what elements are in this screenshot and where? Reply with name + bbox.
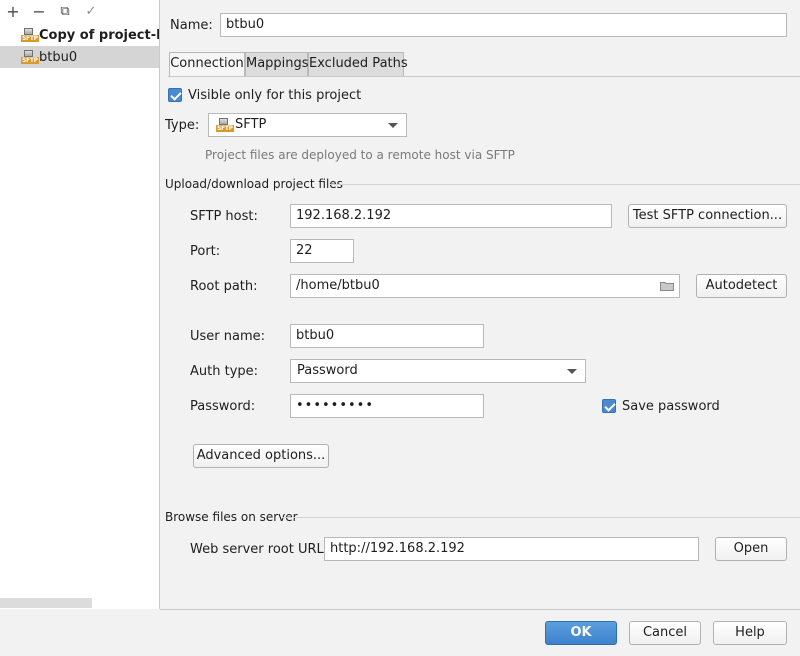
advanced-options-button[interactable]: Advanced options...: [193, 444, 329, 468]
chevron-down-icon: [388, 123, 398, 128]
root-path-value: /home/btbu0: [296, 278, 380, 293]
server-list-item-label: btbu0: [39, 49, 78, 65]
save-password-label: Save password: [622, 399, 720, 414]
port-label: Port:: [190, 244, 221, 259]
sftp-server-icon: SFTP: [21, 28, 39, 42]
user-name-label: User name:: [190, 329, 266, 344]
server-list-panel: + − ⧉ ✓ SFTP Copy of project-lev SFTP bt…: [0, 0, 160, 609]
auth-type-dropdown[interactable]: Password: [290, 359, 586, 383]
auth-type-selected-value: Password: [297, 363, 358, 378]
type-description: Project files are deployed to a remote h…: [205, 148, 515, 162]
horizontal-scrollbar[interactable]: [0, 598, 92, 608]
sftp-host-label: SFTP host:: [190, 209, 258, 224]
visible-only-label: Visible only for this project: [188, 88, 362, 103]
ok-button[interactable]: OK: [545, 621, 617, 645]
copy-icon[interactable]: ⧉: [56, 3, 74, 21]
web-server-root-label: Web server root URL:: [190, 542, 329, 557]
root-path-input[interactable]: /home/btbu0: [290, 274, 680, 298]
save-password-checkbox[interactable]: [602, 399, 616, 413]
type-selected-value: SFTP: [235, 117, 267, 132]
password-input[interactable]: •••••••••: [290, 394, 484, 418]
port-input[interactable]: 22: [290, 239, 354, 263]
visible-only-checkbox[interactable]: [168, 88, 182, 102]
check-icon[interactable]: ✓: [82, 3, 100, 21]
server-list-item[interactable]: SFTP Copy of project-lev: [0, 24, 159, 46]
browse-section-title: Browse files on server: [165, 510, 298, 524]
cancel-button[interactable]: Cancel: [629, 621, 701, 645]
tab-mappings[interactable]: Mappings: [245, 52, 309, 76]
password-label: Password:: [190, 399, 256, 414]
sftp-type-icon: SFTP: [216, 118, 234, 132]
server-list-item-selected[interactable]: SFTP btbu0: [0, 46, 159, 68]
autodetect-button[interactable]: Autodetect: [696, 274, 787, 298]
tab-divider: [168, 76, 800, 77]
tab-excluded-paths[interactable]: Excluded Paths: [308, 52, 408, 76]
auth-type-label: Auth type:: [190, 364, 259, 379]
server-list-item-label: Copy of project-lev: [39, 27, 159, 43]
root-path-label: Root path:: [190, 279, 258, 294]
open-button[interactable]: Open: [715, 537, 787, 561]
section-divider: [282, 517, 800, 518]
name-label: Name:: [170, 18, 213, 33]
type-dropdown[interactable]: SFTP SFTP: [208, 113, 407, 137]
tab-connection[interactable]: Connection: [169, 52, 245, 77]
folder-icon[interactable]: [660, 281, 674, 291]
help-button[interactable]: Help: [713, 621, 787, 645]
add-icon[interactable]: +: [4, 3, 22, 21]
web-server-root-input[interactable]: http://192.168.2.192: [324, 537, 699, 561]
sftp-server-icon: SFTP: [21, 50, 39, 64]
user-name-input[interactable]: btbu0: [290, 324, 484, 348]
type-label: Type:: [165, 118, 200, 133]
name-input[interactable]: btbu0: [220, 13, 787, 37]
footer-divider: [160, 609, 800, 610]
section-divider: [330, 184, 800, 185]
sftp-host-input[interactable]: 192.168.2.192: [290, 204, 612, 228]
chevron-down-icon: [567, 369, 577, 374]
remove-icon[interactable]: −: [30, 3, 48, 21]
test-connection-button[interactable]: Test SFTP connection...: [628, 204, 787, 228]
upload-section-title: Upload/download project files: [165, 177, 343, 191]
